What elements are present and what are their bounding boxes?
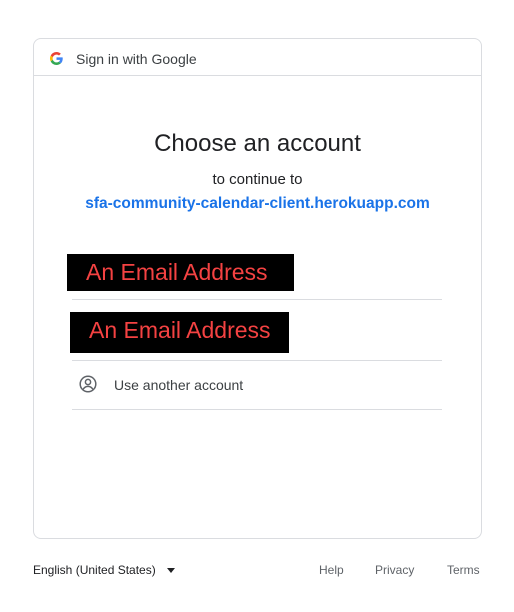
- redacted-email-1: An Email Address: [67, 254, 294, 291]
- terms-link[interactable]: Terms: [447, 563, 480, 577]
- use-another-account-label: Use another account: [114, 377, 244, 393]
- app-name-link[interactable]: sfa-community-calendar-client.herokuapp.…: [34, 195, 481, 213]
- sign-in-card: Sign in with Google Choose an account to…: [33, 38, 482, 539]
- redacted-email-2: An Email Address: [70, 312, 289, 353]
- account-divider: [72, 409, 442, 410]
- caret-down-icon: [167, 568, 176, 574]
- person-circle-icon: [79, 375, 97, 393]
- language-label: English (United States): [33, 563, 156, 577]
- account-item-2[interactable]: An Email Address: [70, 300, 442, 360]
- card-header: Sign in with Google: [34, 39, 481, 76]
- header-title: Sign in with Google: [76, 51, 197, 67]
- subtitle: to continue to: [212, 171, 303, 188]
- privacy-link[interactable]: Privacy: [375, 563, 414, 577]
- account-item-1[interactable]: An Email Address: [67, 251, 442, 300]
- page-title: Choose an account: [154, 130, 361, 157]
- help-link[interactable]: Help: [319, 563, 344, 577]
- use-another-account-button[interactable]: Use another account: [72, 361, 442, 409]
- google-g-icon: [50, 52, 63, 65]
- language-selector[interactable]: English (United States): [33, 563, 176, 577]
- footer: English (United States) Help Privacy Ter…: [33, 563, 482, 581]
